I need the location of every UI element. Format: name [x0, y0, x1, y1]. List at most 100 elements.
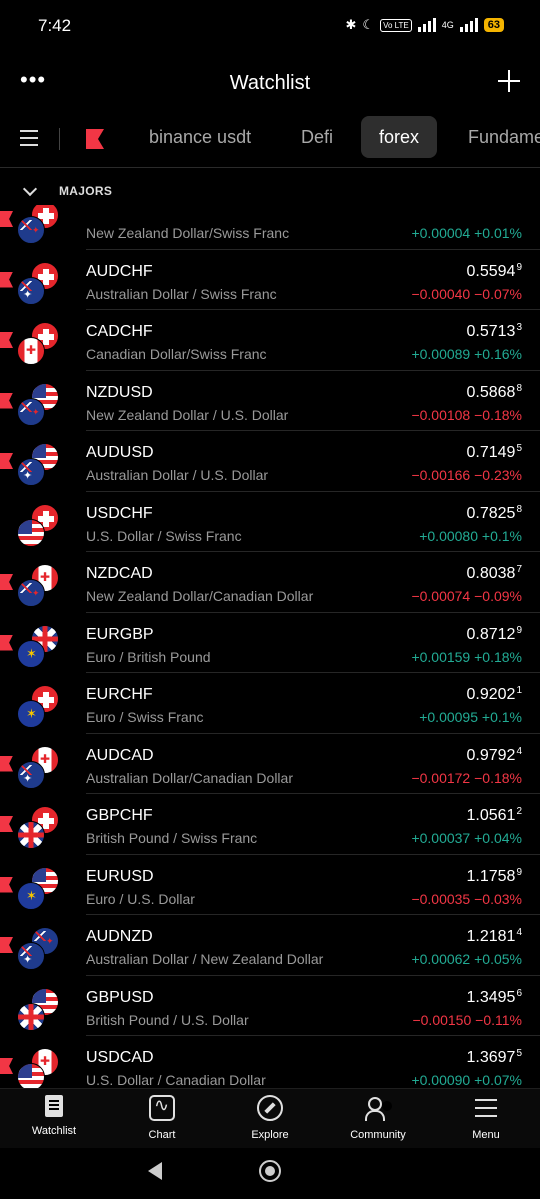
nav-community[interactable]: Community	[324, 1095, 432, 1141]
change-percent: +0.16%	[474, 346, 522, 362]
list-item[interactable]: GBPCHF British Pound / Swiss Franc 1.05612…	[0, 794, 540, 855]
tab-defi[interactable]: Defi	[283, 116, 351, 158]
price-main: 1.3495	[466, 988, 516, 1006]
nav-watchlist-label: Watchlist	[31, 1125, 77, 1137]
nav-menu[interactable]: Menu	[432, 1095, 540, 1141]
nzd-flag-icon	[17, 397, 45, 426]
list-item[interactable]: CADCHF Canadian Dollar/Swiss Franc 0.57133…	[0, 310, 540, 371]
list-item[interactable]: AUDUSD Australian Dollar / U.S. Dollar 0.7…	[0, 431, 540, 492]
symbol-description: New Zealand Dollar/Swiss Franc	[86, 225, 290, 241]
symbol-price: 1.17589	[467, 867, 523, 886]
aus-flag-icon	[17, 458, 45, 486]
change-absolute: −0.00150	[412, 1011, 472, 1028]
symbol-price: 0.78258	[467, 504, 523, 523]
gbp-flag-icon	[17, 1002, 45, 1031]
price-pipette: 3	[516, 322, 522, 333]
price-change: −0.00150 −0.11%	[412, 1012, 522, 1028]
price-main: 0.9202	[466, 686, 516, 703]
symbol-ticker: EURCHF	[86, 686, 153, 703]
price-pipette: 9	[516, 624, 522, 636]
price-pipette: 6	[516, 987, 522, 999]
price-main: 1.2181	[466, 928, 516, 945]
list-item[interactable]: New Zealand Dollar/Swiss Franc +0.00004 +…	[0, 205, 540, 250]
chevron-down-icon[interactable]	[22, 181, 38, 197]
price-pipette: 2	[516, 806, 522, 817]
symbol-price: 0.92021	[467, 685, 523, 704]
nav-chart-label: Chart	[148, 1129, 176, 1141]
nav-community-label: Community	[350, 1129, 406, 1141]
symbol-description: Canadian Dollar/Swiss Franc	[86, 346, 267, 362]
red-flag-marker-icon	[0, 1058, 13, 1074]
aus-flag-icon	[17, 942, 45, 970]
symbol-list: New Zealand Dollar/Swiss Franc +0.00004 +…	[0, 205, 540, 1088]
symbol-description: U.S. Dollar / Swiss Franc	[86, 527, 242, 544]
tab-binance-usdt[interactable]: binance usdt	[131, 116, 269, 158]
list-item[interactable]: GBPUSD British Pound / U.S. Dollar 1.34956…	[0, 976, 540, 1036]
symbol-description: Euro / U.S. Dollar	[86, 890, 195, 907]
list-item[interactable]: NZDCAD New Zealand Dollar/Canadian Dollar…	[0, 552, 540, 613]
price-change: −0.00166 −0.23%	[411, 467, 522, 483]
list-item[interactable]: NZDUSD New Zealand Dollar / U.S. Dollar 0.…	[0, 371, 540, 431]
price-change: +0.00037 +0.04%	[411, 830, 522, 846]
symbol-description: British Pound / U.S. Dollar	[86, 1011, 249, 1028]
nav-watchlist[interactable]: Watchlist	[0, 1095, 108, 1137]
price-main: 0.5713	[466, 323, 516, 340]
change-percent: +0.04%	[474, 830, 522, 846]
eur-flag-icon	[17, 639, 45, 668]
symbol-ticker: GBPCHF	[86, 807, 153, 824]
add-symbol-button[interactable]	[498, 70, 520, 92]
price-pipette: 7	[516, 564, 522, 575]
red-flag-icon[interactable]	[86, 129, 104, 149]
usd-flag-icon	[17, 1063, 45, 1088]
volte-badge: Vo LTE	[380, 18, 412, 32]
tab-forex[interactable]: forex	[361, 116, 438, 158]
list-item[interactable]: EURGBP Euro / British Pound 0.87129 +0.0015…	[0, 613, 540, 673]
symbol-price: 1.36975	[467, 1048, 523, 1067]
symbol-ticker: AUDCHF	[86, 262, 153, 280]
red-flag-marker-icon	[0, 271, 13, 288]
list-item[interactable]: AUDCAD Australian Dollar/Canadian Dollar 0…	[0, 734, 540, 794]
price-main: 1.0561	[466, 807, 516, 824]
symbol-ticker: NZDCAD	[86, 565, 153, 582]
change-absolute: +0.00037	[411, 830, 471, 846]
change-percent: −0.18%	[474, 769, 522, 786]
symbol-description: New Zealand Dollar/Canadian Dollar	[86, 588, 314, 604]
price-change: +0.00062 +0.05%	[411, 951, 522, 967]
change-absolute: −0.00040	[411, 285, 471, 302]
hamburger-icon[interactable]	[20, 130, 38, 146]
nav-explore[interactable]: Explore	[216, 1095, 324, 1141]
nav-chart[interactable]: Chart	[108, 1095, 216, 1141]
system-back-icon[interactable]	[148, 1162, 162, 1180]
system-home-icon[interactable]	[259, 1160, 281, 1182]
battery-indicator: 63	[483, 18, 504, 32]
red-flag-marker-icon	[0, 392, 13, 409]
list-item[interactable]: EURCHF Euro / Swiss Franc 0.92021 +0.00095 …	[0, 673, 540, 734]
tab-fundamentals[interactable]: Fundame	[450, 116, 540, 158]
price-change: −0.00172 −0.18%	[411, 770, 522, 786]
chart-icon	[149, 1095, 175, 1121]
symbol-ticker: AUDNZD	[86, 928, 153, 945]
red-flag-marker-icon	[0, 755, 13, 772]
price-pipette: 9	[516, 261, 522, 273]
symbol-description: British Pound / Swiss Franc	[86, 830, 258, 846]
list-item[interactable]: AUDCHF Australian Dollar / Swiss Franc 0.5…	[0, 250, 540, 310]
symbol-ticker: GBPUSD	[86, 988, 154, 1006]
symbol-price: 1.05612	[467, 806, 523, 825]
change-absolute: −0.00074	[411, 588, 471, 604]
list-item[interactable]: EURUSD Euro / U.S. Dollar 1.17589 −0.00035 …	[0, 855, 540, 915]
change-percent: −0.23%	[474, 467, 522, 483]
change-percent: −0.03%	[474, 890, 522, 907]
section-header-majors[interactable]: MAJORS	[0, 180, 540, 202]
symbol-ticker: CADCHF	[86, 323, 153, 340]
list-item[interactable]: USDCHF U.S. Dollar / Swiss Franc 0.78258 +0…	[0, 492, 540, 552]
symbol-price: 1.34956	[467, 988, 523, 1007]
price-main: 0.7149	[466, 444, 516, 461]
symbol-description: U.S. Dollar / Canadian Dollar	[86, 1072, 266, 1088]
list-item[interactable]: AUDNZD Australian Dollar / New Zealand Do…	[0, 915, 540, 976]
symbol-ticker: EURUSD	[86, 867, 154, 885]
list-item[interactable]: USDCAD U.S. Dollar / Canadian Dollar 1.369…	[0, 1036, 540, 1088]
price-pipette: 4	[516, 745, 522, 757]
symbol-price: 0.55949	[467, 262, 523, 281]
price-pipette: 4	[516, 927, 522, 938]
price-main: 0.8712	[466, 625, 516, 643]
